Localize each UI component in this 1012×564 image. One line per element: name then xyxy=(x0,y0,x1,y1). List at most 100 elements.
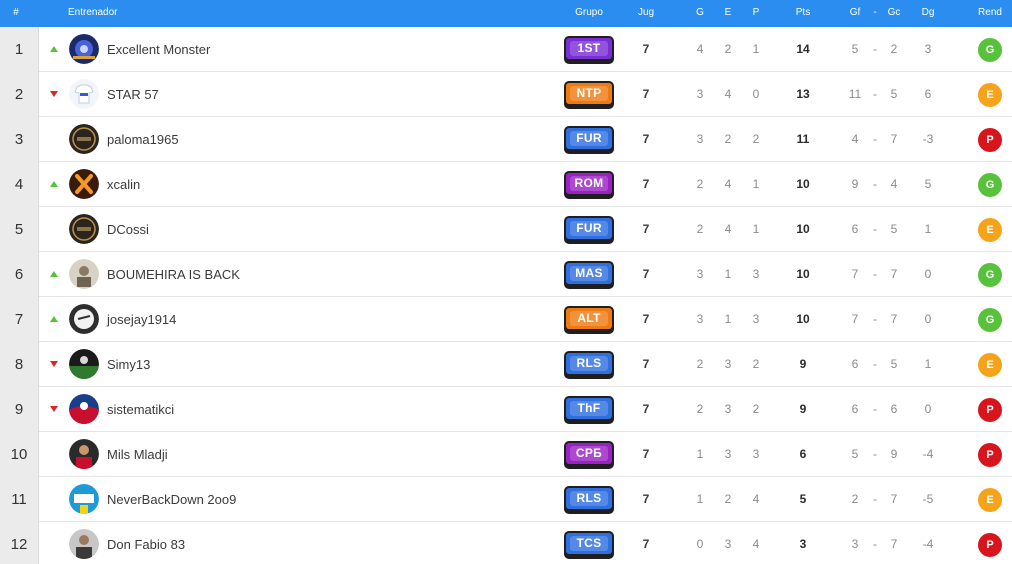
shirt-avatar[interactable] xyxy=(69,79,99,109)
table-row[interactable]: 3 paloma1965 FUR 7 3 2 2 11 4-7 -3 P xyxy=(0,117,1012,162)
coach-name[interactable]: Mils Mladji xyxy=(107,432,168,477)
crest-avatar[interactable] xyxy=(69,124,99,154)
table-row[interactable]: 11 NeverBackDown 2oo9 RLS 7 1 2 4 5 2-7 -5 E xyxy=(0,477,1012,522)
drawn-value: 4 xyxy=(724,222,732,236)
coach-name[interactable]: Excellent Monster xyxy=(107,27,210,72)
group-badge[interactable]: ROM xyxy=(564,171,614,196)
goals-against-value: 7 xyxy=(890,267,898,281)
coach-name[interactable]: Simy13 xyxy=(107,342,150,387)
group-badge[interactable]: NTP xyxy=(564,81,614,106)
won-value: 3 xyxy=(696,312,704,326)
x-avatar[interactable] xyxy=(69,169,99,199)
points-value: 10 xyxy=(796,312,810,326)
performance-badge: G xyxy=(978,308,1002,332)
played-value: 7 xyxy=(642,177,650,191)
table-row[interactable]: 1 Excellent Monster 1ST 7 4 2 1 14 5-2 3 G xyxy=(0,27,1012,72)
group-badge[interactable]: ALT xyxy=(564,306,614,331)
performance-badge: E xyxy=(978,218,1002,242)
coach-name[interactable]: josejay1914 xyxy=(107,297,176,342)
goals-against-value: 4 xyxy=(890,177,898,191)
ball-avatar[interactable] xyxy=(69,304,99,334)
played-value: 7 xyxy=(642,447,650,461)
lost-value: 3 xyxy=(752,267,760,281)
table-row[interactable]: 4 xcalin ROM 7 2 4 1 10 9-4 5 G xyxy=(0,162,1012,207)
table-row[interactable]: 7 josejay1914 ALT 7 3 1 3 10 7-7 0 G xyxy=(0,297,1012,342)
header-rank: # xyxy=(13,7,19,18)
points-value: 14 xyxy=(796,42,810,56)
goals-for-value: 6 xyxy=(851,222,859,236)
points-value: 9 xyxy=(799,402,807,416)
group-badge[interactable]: MAS xyxy=(564,261,614,286)
photo-avatar[interactable] xyxy=(69,259,99,289)
coach-name[interactable]: sistematikci xyxy=(107,387,174,432)
rank-cell: 3 xyxy=(0,117,39,162)
monster-avatar[interactable] xyxy=(69,34,99,64)
performance-badge: E xyxy=(978,83,1002,107)
points-value: 6 xyxy=(799,447,807,461)
group-label: FUR xyxy=(570,131,608,146)
group-badge[interactable]: FUR xyxy=(564,126,614,151)
group-badge[interactable]: TCS xyxy=(564,531,614,556)
goals-for-value: 7 xyxy=(851,267,859,281)
group-badge[interactable]: FUR xyxy=(564,216,614,241)
header-lost: P xyxy=(752,7,760,18)
played-value: 7 xyxy=(642,537,650,551)
goal-diff-value: 0 xyxy=(924,312,932,326)
won-value: 0 xyxy=(696,537,704,551)
group-badge[interactable]: СРБ xyxy=(564,441,614,466)
points-value: 5 xyxy=(799,492,807,506)
goals-separator: - xyxy=(873,312,877,326)
performance-badge: E xyxy=(978,353,1002,377)
goals-separator: - xyxy=(873,447,877,461)
coach-name[interactable]: DCossi xyxy=(107,207,149,252)
table-row[interactable]: 9 sistematikci ThF 7 2 3 2 9 6-6 0 P xyxy=(0,387,1012,432)
group-badge[interactable]: ThF xyxy=(564,396,614,421)
performance-badge: G xyxy=(978,38,1002,62)
man-avatar[interactable] xyxy=(69,529,99,559)
table-row[interactable]: 12 Don Fabio 83 TCS 7 0 3 4 3 3-7 -4 P xyxy=(0,522,1012,564)
goals-against-value: 5 xyxy=(890,87,898,101)
points-value: 3 xyxy=(799,537,807,551)
coach-name[interactable]: BOUMEHIRA IS BACK xyxy=(107,252,240,297)
coach-name[interactable]: NeverBackDown 2oo9 xyxy=(107,477,236,522)
goals-for-value: 7 xyxy=(851,312,859,326)
drawn-value: 1 xyxy=(724,312,732,326)
table-row[interactable]: 6 BOUMEHIRA IS BACK MAS 7 3 1 3 10 7-7 0 G xyxy=(0,252,1012,297)
coach-name[interactable]: STAR 57 xyxy=(107,72,159,117)
group-badge[interactable]: RLS xyxy=(564,486,614,511)
coach-name[interactable]: xcalin xyxy=(107,162,140,207)
trend-up-icon xyxy=(50,181,58,187)
group-label: MAS xyxy=(570,266,608,281)
table-row[interactable]: 10 Mils Mladji СРБ 7 1 3 3 6 5-9 -4 P xyxy=(0,432,1012,477)
standings-table: # Entrenador Grupo Jug G E P Pts Gf - Gc… xyxy=(0,0,1012,564)
goal-diff-value: -4 xyxy=(922,537,934,551)
table-row[interactable]: 5 DCossi FUR 7 2 4 1 10 6-5 1 E xyxy=(0,207,1012,252)
table-row[interactable]: 8 Simy13 RLS 7 2 3 2 9 6-5 1 E xyxy=(0,342,1012,387)
rank-cell: 8 xyxy=(0,342,39,387)
group-badge[interactable]: RLS xyxy=(564,351,614,376)
flag-avatar[interactable] xyxy=(69,394,99,424)
player-avatar[interactable] xyxy=(69,439,99,469)
lost-value: 1 xyxy=(752,177,760,191)
points-value: 10 xyxy=(796,177,810,191)
header-goal-diff: Dg xyxy=(921,7,935,18)
performance-badge: G xyxy=(978,173,1002,197)
coach-name[interactable]: Don Fabio 83 xyxy=(107,522,185,564)
goals-for-value: 5 xyxy=(851,447,859,461)
goal-diff-value: 0 xyxy=(924,267,932,281)
played-value: 7 xyxy=(642,267,650,281)
pitch-avatar[interactable] xyxy=(69,349,99,379)
table-row[interactable]: 2 STAR 57 NTP 7 3 4 0 13 11-5 6 E xyxy=(0,72,1012,117)
won-value: 2 xyxy=(696,222,704,236)
staff-avatar[interactable] xyxy=(69,484,99,514)
group-label: RLS xyxy=(570,356,608,371)
rank-cell: 4 xyxy=(0,162,39,207)
coach-name[interactable]: paloma1965 xyxy=(107,117,179,162)
crest-avatar[interactable] xyxy=(69,214,99,244)
drawn-value: 3 xyxy=(724,402,732,416)
played-value: 7 xyxy=(642,132,650,146)
goals-for-value: 3 xyxy=(851,537,859,551)
goals-for-value: 2 xyxy=(851,492,859,506)
group-badge[interactable]: 1ST xyxy=(564,36,614,61)
drawn-value: 3 xyxy=(724,357,732,371)
